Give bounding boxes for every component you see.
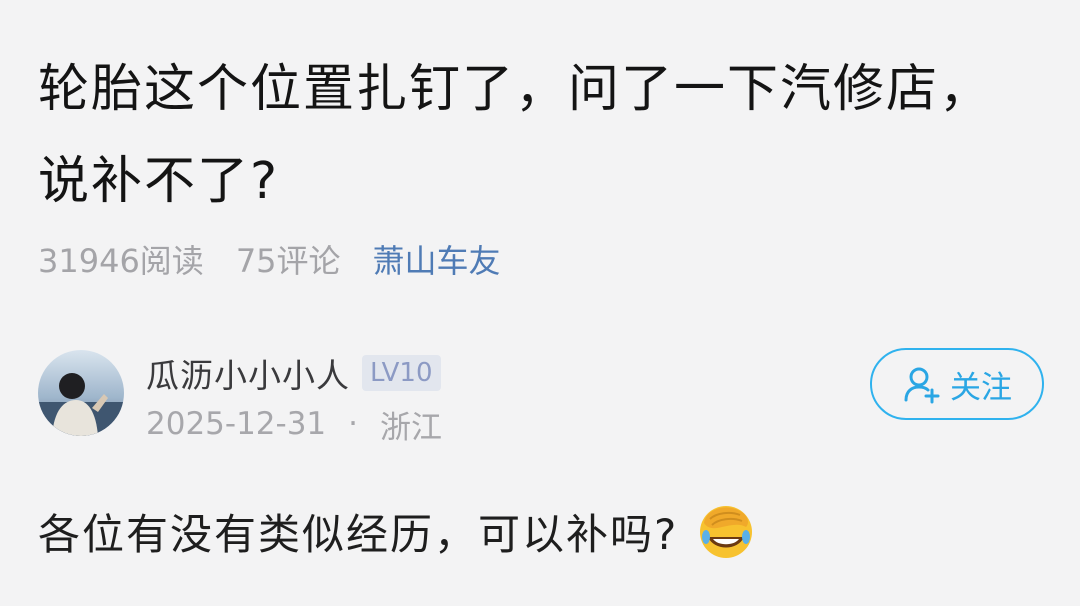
author-name[interactable]: 瓜沥小小小人 — [146, 349, 350, 397]
post-content: 各位有没有类似经历，可以补吗? — [38, 509, 679, 559]
post-title: 轮胎这个位置扎钉了，问了一下汽修店，说补不了? — [38, 60, 993, 211]
face-palm-laughing-emoji-icon — [700, 506, 753, 558]
level-badge: LV10 — [362, 355, 441, 391]
separator-dot: · — [348, 406, 359, 442]
post-body: 各位有没有类似经历，可以补吗? — [38, 496, 756, 566]
author-location: 浙江 — [380, 409, 443, 446]
read-count: 31946阅读 — [38, 242, 204, 280]
post-date: 2025-12-31 — [146, 406, 327, 442]
author-subline: 2025-12-31 · 浙江 — [146, 404, 443, 446]
add-user-icon — [904, 367, 940, 404]
follow-label: 关注 — [950, 369, 1012, 406]
author-name-line: 瓜沥小小小人 LV10 — [146, 350, 441, 396]
post-meta: 31946阅读 75评论 萧山车友 — [38, 236, 501, 282]
avatar[interactable] — [38, 350, 124, 436]
follow-button[interactable]: 关注 — [870, 348, 1044, 420]
author-row: 瓜沥小小小人 LV10 2025-12-31 · 浙江 关注 — [38, 348, 1044, 446]
community-link[interactable]: 萧山车友 — [373, 236, 501, 282]
comment-count[interactable]: 75评论 — [236, 236, 341, 282]
